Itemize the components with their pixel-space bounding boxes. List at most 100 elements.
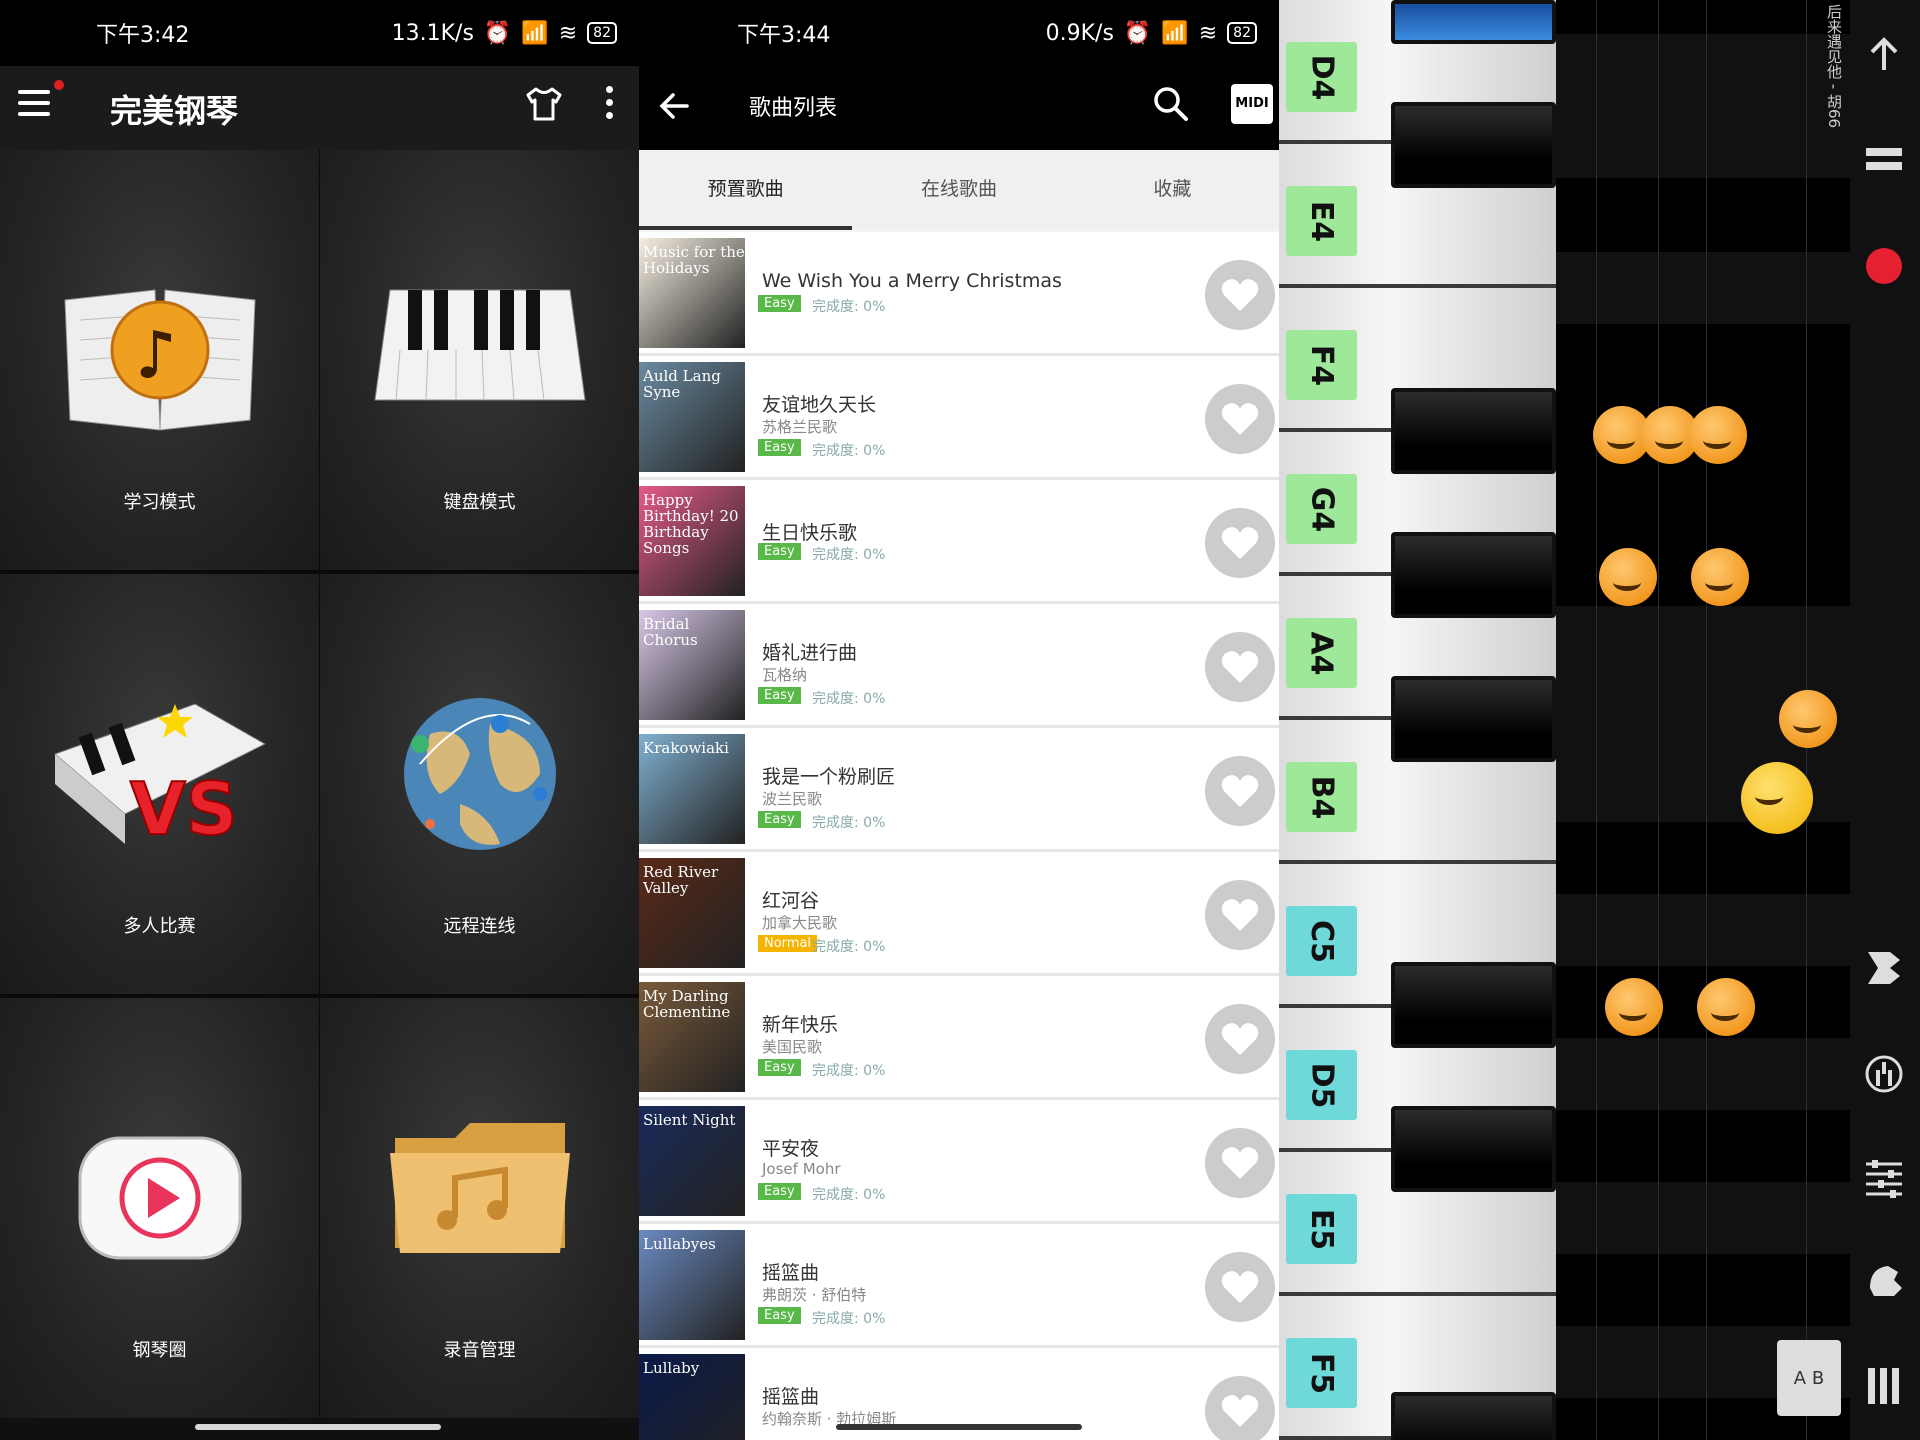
song-row[interactable]: Silent Night 平安夜 Josef Mohr Easy 完成度: 0%	[639, 1100, 1279, 1224]
tile-keyboard-mode[interactable]: 键盘模式	[320, 150, 639, 570]
progress-value: 0%	[863, 1063, 886, 1079]
note-name: F4	[1304, 344, 1339, 386]
equalizer-icon[interactable]	[1864, 1156, 1904, 1200]
gesture-bar[interactable]	[195, 1424, 441, 1430]
cover-text: Lullabyes	[643, 1235, 716, 1253]
note-label: F4	[1286, 330, 1357, 400]
menu-icon[interactable]	[18, 90, 50, 118]
falling-note[interactable]	[1605, 978, 1663, 1036]
speed-icon[interactable]	[1864, 1258, 1904, 1302]
falling-note[interactable]	[1697, 978, 1755, 1036]
falling-note[interactable]	[1741, 762, 1813, 834]
difficulty-badge: Easy	[758, 687, 801, 704]
favorite-button[interactable]	[1205, 260, 1275, 330]
favorite-button[interactable]	[1205, 880, 1275, 950]
key-divider	[1279, 284, 1556, 288]
note-label: G4	[1286, 474, 1357, 544]
note-name: F5	[1304, 1352, 1339, 1394]
play-icon	[78, 1136, 241, 1260]
cover-text: Red River Valley	[643, 863, 719, 897]
arrow-up-icon[interactable]	[1864, 34, 1904, 74]
tile-recording-manager[interactable]: 录音管理	[320, 998, 639, 1418]
falling-note[interactable]	[1689, 406, 1747, 464]
tab-favorites[interactable]: 收藏	[1066, 150, 1279, 230]
key-divider	[1279, 860, 1556, 864]
app-title: 完美钢琴	[110, 92, 239, 130]
record-icon[interactable]	[1864, 246, 1904, 286]
difficulty-badge: Easy	[758, 543, 801, 560]
progress-label: 完成度:	[812, 815, 864, 831]
favorite-button[interactable]	[1205, 384, 1275, 454]
black-key[interactable]	[1391, 102, 1556, 188]
song-row[interactable]: Red River Valley 红河谷 加拿大民歌 Normal 完成度: 0%	[639, 852, 1279, 976]
tile-label: 键盘模式	[443, 492, 516, 513]
falling-note[interactable]	[1599, 548, 1657, 606]
album-cover: Red River Valley	[639, 858, 745, 968]
search-icon[interactable]	[1151, 84, 1191, 124]
song-title: 红河谷	[762, 890, 820, 912]
song-artist: 弗朗茨 · 舒伯特	[762, 1286, 867, 1304]
song-row[interactable]: Happy Birthday! 20 Birthday Songs 生日快乐歌 Ea…	[639, 480, 1279, 604]
progress-label: 完成度:	[812, 691, 864, 707]
tile-learn-mode[interactable]: 学习模式	[0, 150, 319, 570]
heart-icon	[1221, 1023, 1259, 1055]
progress-label: 完成度:	[812, 443, 864, 459]
black-key[interactable]	[1391, 388, 1556, 474]
theme-shirt-icon[interactable]	[524, 86, 564, 122]
song-row[interactable]: Music for the Holidays We Wish You a Merr…	[639, 232, 1279, 356]
pedal-icon[interactable]	[1864, 946, 1904, 990]
metronome-icon[interactable]	[1864, 1052, 1904, 1096]
gesture-bar[interactable]	[836, 1424, 1082, 1430]
midi-button[interactable]: MIDI	[1231, 84, 1273, 124]
progress-label: 完成度:	[812, 1063, 864, 1079]
song-title: 婚礼进行曲	[762, 642, 858, 664]
heart-icon	[1221, 1147, 1259, 1179]
tab-preset-songs[interactable]: 预置歌曲	[639, 150, 853, 230]
black-key[interactable]	[1391, 962, 1556, 1048]
cover-text: Bridal Chorus	[643, 615, 698, 649]
song-row[interactable]: Lullabyes 摇篮曲 弗朗茨 · 舒伯特 Easy 完成度: 0%	[639, 1224, 1279, 1348]
piano-keyboard[interactable]: D4 E4 F4 G4 A4 B4 C5 D5 E5 F5	[1279, 0, 1556, 1440]
favorite-button[interactable]	[1205, 1128, 1275, 1198]
note-name: B4	[1304, 775, 1339, 819]
heart-icon	[1221, 899, 1259, 931]
favorite-button[interactable]	[1205, 1252, 1275, 1322]
tile-remote-connect[interactable]: 远程连线	[320, 574, 639, 994]
ab-loop-button[interactable]: A B	[1777, 1340, 1841, 1416]
favorite-button[interactable]	[1205, 632, 1275, 702]
album-cover: Auld Lang Syne	[639, 362, 745, 472]
favorite-button[interactable]	[1205, 756, 1275, 826]
wifi-icon: ≋	[558, 20, 578, 46]
falling-note[interactable]	[1691, 548, 1749, 606]
favorite-button[interactable]	[1205, 1376, 1275, 1440]
ab-loop-label: A B	[1793, 1367, 1825, 1389]
back-arrow-icon[interactable]	[657, 88, 693, 124]
status-time: 下午3:44	[737, 23, 831, 48]
song-row[interactable]: Bridal Chorus 婚礼进行曲 瓦格纳 Easy 完成度: 0%	[639, 604, 1279, 728]
black-key[interactable]	[1391, 1392, 1556, 1440]
song-title: 摇篮曲	[762, 1386, 820, 1408]
more-options-icon[interactable]	[606, 86, 614, 125]
black-key[interactable]	[1391, 532, 1556, 618]
favorite-button[interactable]	[1205, 1004, 1275, 1074]
keyboard-size-icon[interactable]	[1864, 1364, 1904, 1408]
progress-value: 0%	[863, 691, 886, 707]
heart-icon	[1221, 1395, 1259, 1427]
favorite-button[interactable]	[1205, 508, 1275, 578]
song-row[interactable]: My Darling Clementine 新年快乐 美国民歌 Easy 完成度: 0%	[639, 976, 1279, 1100]
tile-multiplayer[interactable]: VS 多人比赛	[0, 574, 319, 994]
highlighted-black-key[interactable]	[1391, 0, 1556, 44]
falling-note[interactable]	[1779, 690, 1837, 748]
black-key[interactable]	[1391, 676, 1556, 762]
tab-online-songs[interactable]: 在线歌曲	[852, 150, 1065, 230]
globe-icon	[403, 698, 556, 850]
song-artist: 加拿大民歌	[762, 914, 838, 932]
tile-piano-circle[interactable]: 钢琴圈	[0, 998, 319, 1418]
progress-label: 完成度:	[812, 939, 864, 955]
progress-value: 0%	[863, 815, 886, 831]
battery-icon: 82	[1227, 22, 1257, 44]
song-row[interactable]: Auld Lang Syne 友谊地久天长 苏格兰民歌 Easy 完成度: 0%	[639, 356, 1279, 480]
menu-bars-icon[interactable]	[1864, 142, 1904, 176]
black-key[interactable]	[1391, 1106, 1556, 1192]
song-row[interactable]: Krakowiaki 我是一个粉刷匠 波兰民歌 Easy 完成度: 0%	[639, 728, 1279, 852]
